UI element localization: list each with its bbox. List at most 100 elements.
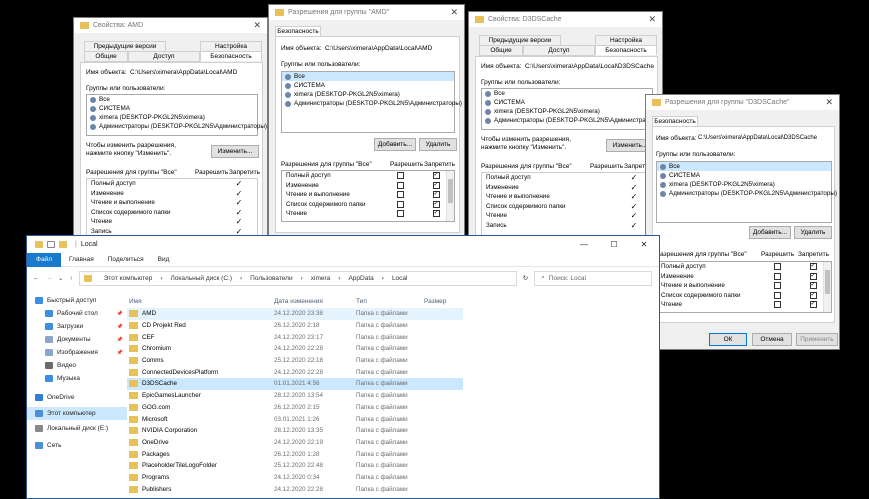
list-item[interactable]: Администраторы (DESKTOP-PKGL2N5\Админист… xyxy=(282,99,462,108)
list-item[interactable]: ximera (DESKTOP-PKGL2N5\ximera) xyxy=(482,107,652,116)
deny-checkbox[interactable]: ✓ xyxy=(432,191,440,199)
sidebar-item[interactable]: Видео xyxy=(27,359,127,372)
tab-general[interactable]: Общие xyxy=(84,51,128,62)
tab-security[interactable]: Безопасность xyxy=(652,116,698,126)
tab-security[interactable]: Безопасность xyxy=(275,26,321,36)
sidebar-item[interactable]: Быстрый доступ xyxy=(27,294,127,307)
sidebar-item[interactable]: Музыка xyxy=(27,372,127,385)
breadcrumb-item[interactable]: Этот компьютер xyxy=(104,275,153,282)
breadcrumb-item[interactable]: AppData xyxy=(348,275,373,282)
table-row[interactable]: Microsoft 03.01.2021 1:26 Папка с файлами xyxy=(127,413,659,425)
column-size[interactable]: Размер xyxy=(424,298,484,305)
list-item[interactable]: Все xyxy=(657,162,831,171)
allow-checkbox[interactable] xyxy=(396,172,404,180)
remove-button[interactable]: Удалить xyxy=(419,138,457,151)
cancel-button[interactable]: Отмена xyxy=(752,333,792,346)
allow-checkbox[interactable] xyxy=(773,263,781,271)
breadcrumb[interactable]: Этот компьютер › Локальный диск (C:) › Пол… xyxy=(78,270,517,286)
deny-checkbox[interactable]: ✓ xyxy=(809,291,817,299)
table-row[interactable]: EpicGamesLauncher 28.12.2020 13:54 Папка с… xyxy=(127,390,659,402)
breadcrumb-item[interactable]: Пользователи xyxy=(250,275,292,282)
list-item[interactable]: Администраторы (DESKTOP-PKGL2N5\Админист… xyxy=(657,189,837,198)
list-item[interactable]: Администраторы (DESKTOP-PKGL2N5\Админист… xyxy=(87,122,267,131)
table-row[interactable]: D3DSCache 01.01.2021 4:56 Папка с файлами xyxy=(127,378,463,390)
table-row[interactable]: CD Projekt Red 26.12.2020 2:18 Папка с фай… xyxy=(127,320,659,332)
table-row[interactable]: Comms 25.12.2020 22:18 Папка с файлами xyxy=(127,355,659,367)
recent-icon[interactable]: ⌄ xyxy=(58,274,63,282)
sidebar-item[interactable]: Этот компьютер xyxy=(27,407,127,420)
deny-checkbox[interactable]: ✓ xyxy=(809,263,817,271)
remove-button[interactable]: Удалить xyxy=(794,226,832,239)
table-row[interactable]: Chromium 24.12.2020 22:28 Папка с файлами xyxy=(127,343,659,355)
add-button[interactable]: Добавить... xyxy=(749,226,791,239)
sidebar-item[interactable]: Изображения 📌 xyxy=(27,346,127,359)
tab-file[interactable]: Файл xyxy=(27,252,61,267)
list-item[interactable]: ximera (DESKTOP-PKGL2N5\ximera) xyxy=(282,90,454,99)
list-item[interactable]: Администраторы (DESKTOP-PKGL2N5\Админист… xyxy=(482,116,662,125)
allow-checkbox[interactable] xyxy=(773,301,781,309)
add-button[interactable]: Добавить... xyxy=(374,138,416,151)
tab-general[interactable]: Общие xyxy=(479,45,523,56)
table-row[interactable]: AMD 24.12.2020 23:38 Папка с файлами xyxy=(127,308,463,320)
sidebar-item[interactable]: Сеть xyxy=(27,439,127,452)
deny-checkbox[interactable]: ✓ xyxy=(809,301,817,309)
list-item[interactable]: СИСТЕМА xyxy=(657,171,831,180)
table-row[interactable]: Packages 26.12.2020 1:28 Папка с файлами xyxy=(127,448,659,460)
column-type[interactable]: Тип xyxy=(356,298,424,305)
deny-checkbox[interactable]: ✓ xyxy=(432,210,440,218)
search-input[interactable]: ⌕ Поиск: Local xyxy=(534,270,653,286)
up-icon[interactable]: ↑ xyxy=(69,275,72,282)
table-row[interactable]: ConnectedDevicesPlatform 24.12.2020 22:28… xyxy=(127,366,659,378)
users-list[interactable]: Все СИСТЕМА ximera (DESKTOP-PKGL2N5\xime… xyxy=(481,88,662,130)
tab-share[interactable]: Поделиться xyxy=(108,256,144,263)
back-icon[interactable]: ← xyxy=(33,275,40,282)
close-icon[interactable]: ✕ xyxy=(648,14,656,25)
list-item[interactable]: ximera (DESKTOP-PKGL2N5\ximera) xyxy=(657,180,831,189)
tab-view[interactable]: Вид xyxy=(158,256,170,263)
new-folder-icon[interactable] xyxy=(59,241,67,248)
scrollbar[interactable] xyxy=(446,171,454,221)
list-item[interactable]: СИСТЕМА xyxy=(482,98,652,107)
ok-button[interactable]: ОК xyxy=(709,333,747,346)
list-item[interactable]: СИСТЕМА xyxy=(87,104,257,113)
scrollbar[interactable] xyxy=(823,262,831,312)
list-item[interactable]: Все xyxy=(282,72,454,81)
list-item[interactable]: Все xyxy=(87,95,257,104)
deny-checkbox[interactable]: ✓ xyxy=(432,200,440,208)
tab-home[interactable]: Главная xyxy=(69,256,94,263)
minimize-icon[interactable]: — xyxy=(569,236,599,253)
breadcrumb-item[interactable]: Локальный диск (C:) xyxy=(170,275,232,282)
tab-sharing[interactable]: Доступ xyxy=(128,51,200,62)
maximize-icon[interactable]: ☐ xyxy=(599,236,629,253)
close-icon[interactable]: ✕ xyxy=(450,7,458,18)
table-row[interactable]: CEF 24.12.2020 23:17 Папка с файлами xyxy=(127,331,659,343)
change-button[interactable]: Изменить... xyxy=(211,145,259,158)
allow-checkbox[interactable] xyxy=(773,291,781,299)
table-row[interactable]: PlaceholderTileLogoFolder 25.12.2020 22:4… xyxy=(127,460,659,472)
sidebar-item[interactable]: Рабочий стол 📌 xyxy=(27,307,127,320)
sidebar-item[interactable]: Загрузки 📌 xyxy=(27,320,127,333)
forward-icon[interactable]: → xyxy=(46,275,53,282)
properties-icon[interactable] xyxy=(47,241,55,248)
close-icon[interactable]: ✕ xyxy=(253,20,261,31)
close-icon[interactable]: ✕ xyxy=(629,236,659,253)
deny-checkbox[interactable]: ✓ xyxy=(432,172,440,180)
users-list[interactable]: Все СИСТЕМА ximera (DESKTOP-PKGL2N5\xime… xyxy=(281,71,462,133)
tab-sharing[interactable]: Доступ xyxy=(523,45,595,56)
table-row[interactable]: NVIDIA Corporation 28.12.2020 13:35 Папка … xyxy=(127,425,659,437)
allow-checkbox[interactable] xyxy=(396,200,404,208)
breadcrumb-item[interactable]: ximera xyxy=(311,275,331,282)
tab-security[interactable]: Безопасность xyxy=(200,51,262,61)
allow-checkbox[interactable] xyxy=(396,210,404,218)
sidebar-item[interactable]: Документы 📌 xyxy=(27,333,127,346)
allow-checkbox[interactable] xyxy=(773,272,781,280)
list-item[interactable]: ximera (DESKTOP-PKGL2N5\ximera) xyxy=(87,113,257,122)
deny-checkbox[interactable]: ✓ xyxy=(809,272,817,280)
column-name[interactable]: Имя xyxy=(127,298,274,305)
sidebar-item[interactable]: OneDrive xyxy=(27,391,127,404)
table-row[interactable]: Publishers 24.12.2020 22:28 Папка с файлам… xyxy=(127,483,659,495)
allow-checkbox[interactable] xyxy=(396,191,404,199)
refresh-icon[interactable]: ↻ xyxy=(523,274,528,282)
deny-checkbox[interactable]: ✓ xyxy=(809,282,817,290)
table-row[interactable]: GOG.com 26.12.2020 2:15 Папка с файлами xyxy=(127,402,659,414)
